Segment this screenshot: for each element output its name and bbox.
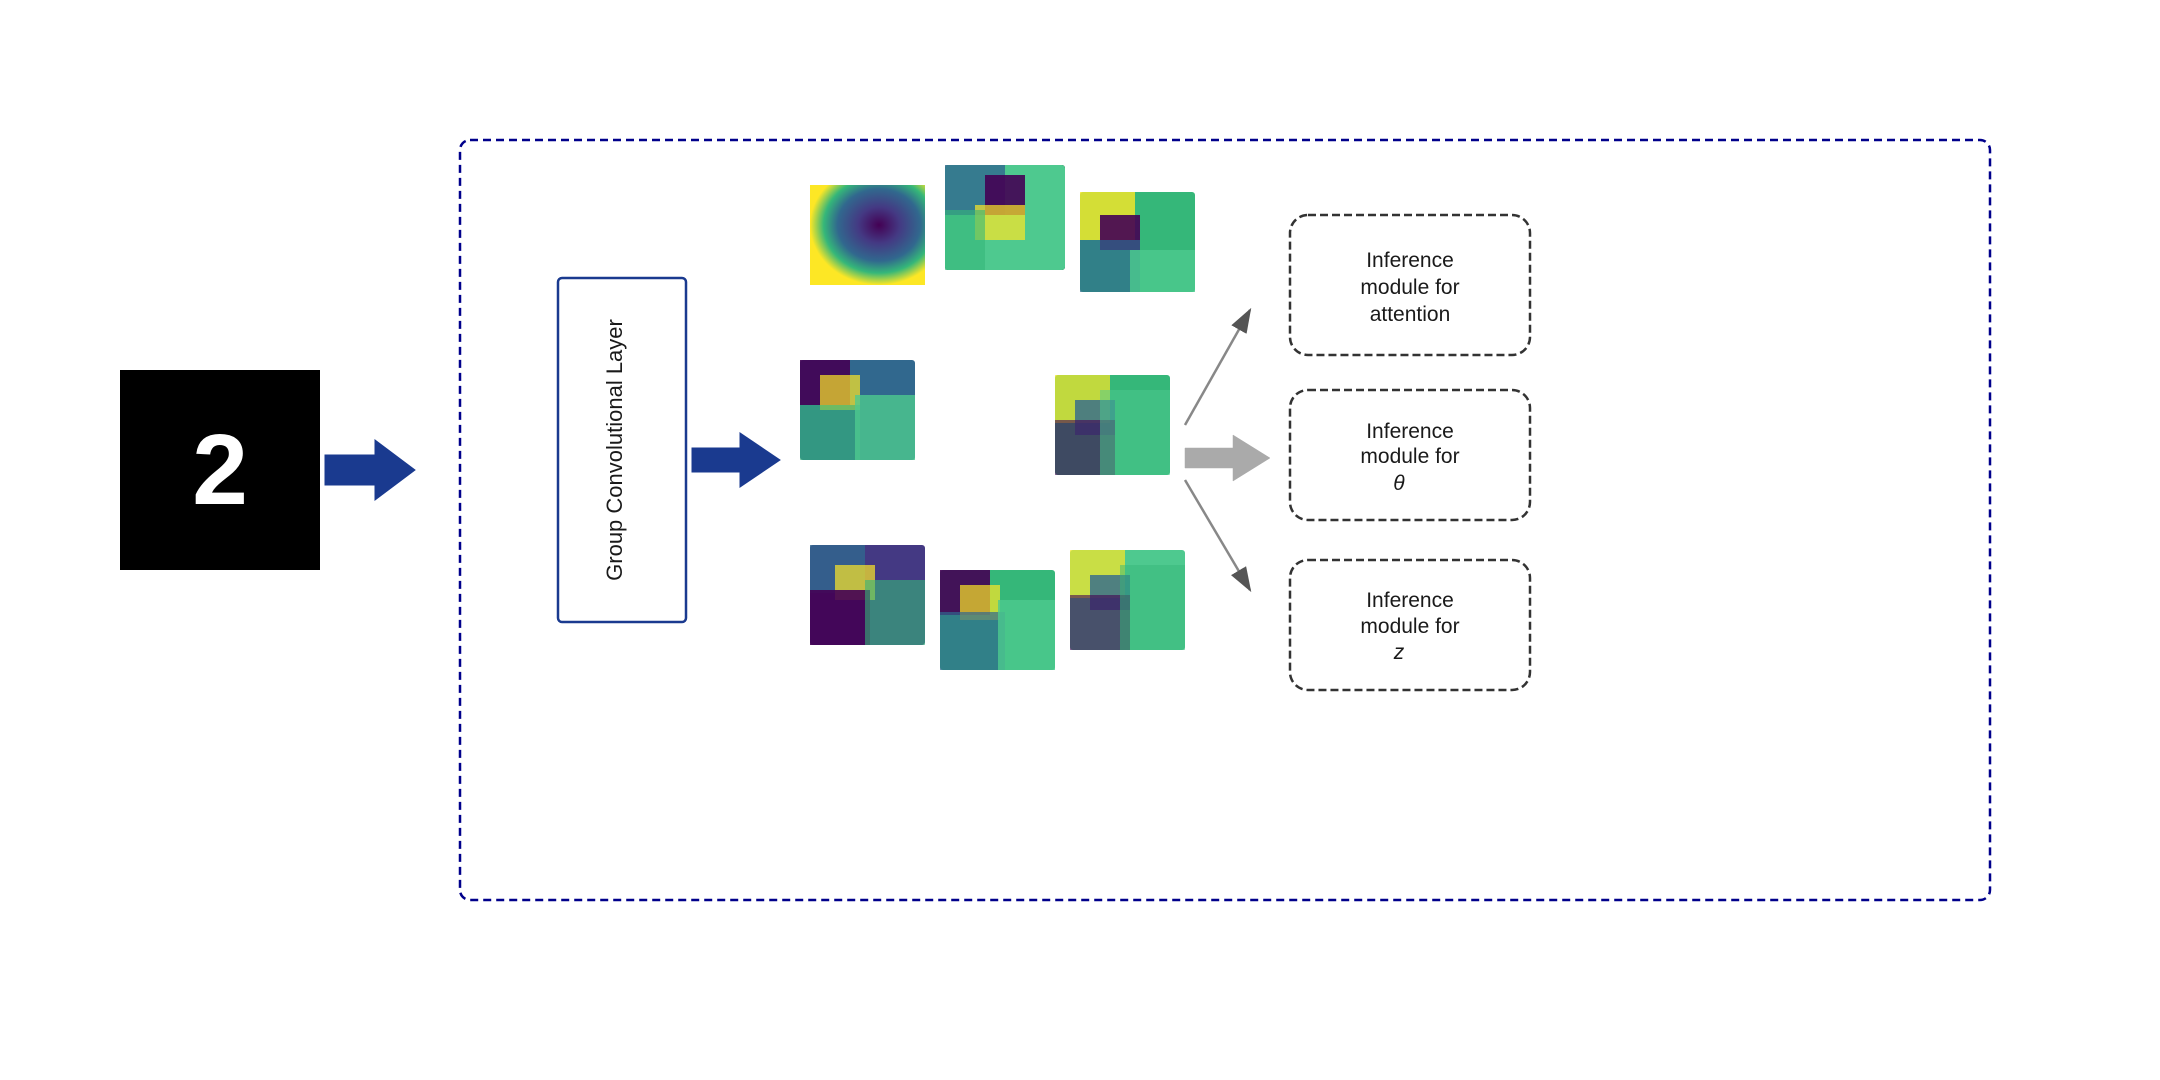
inference-label-z-line1: Inference xyxy=(1366,589,1454,612)
inference-label-z-line2: module for xyxy=(1360,615,1459,638)
inference-label-attention-line1: Inference xyxy=(1366,249,1454,272)
inference-label-theta-line2: module for xyxy=(1360,445,1459,468)
inference-label-z-symbol: z xyxy=(1393,641,1405,664)
inference-box-theta xyxy=(1290,390,1530,520)
feature-map-8 xyxy=(1070,550,1185,650)
split-arrow-mid xyxy=(1185,435,1270,481)
gcl-label: Group Convolutional Layer xyxy=(602,319,627,581)
diagram-overlay: Group Convolutional Layer xyxy=(0,0,2160,1080)
split-arrow-top xyxy=(1185,310,1250,425)
input-digit: 2 xyxy=(192,413,248,528)
input-arrow xyxy=(325,440,415,500)
feature-map-2 xyxy=(945,165,1065,270)
gcl-output-arrow xyxy=(692,433,780,487)
feature-map-5 xyxy=(1055,375,1170,475)
feature-map-6 xyxy=(810,545,925,645)
inference-box-attention xyxy=(1290,215,1530,355)
inference-label-theta-symbol: θ xyxy=(1393,472,1405,495)
input-image: 2 xyxy=(120,370,320,570)
main-diagram: 2 Group Convolutional Layer xyxy=(0,0,2160,1080)
feature-map-3 xyxy=(1080,192,1195,292)
feature-map-4 xyxy=(800,360,915,460)
inference-label-theta-line1: Inference xyxy=(1366,420,1454,443)
feature-map-1 xyxy=(810,185,925,285)
split-arrow-bottom xyxy=(1185,480,1250,590)
inference-label-attention-line2: module for xyxy=(1360,276,1459,299)
feature-map-7 xyxy=(940,570,1055,670)
gcl-box xyxy=(558,278,686,622)
inference-label-attention-line3: attention xyxy=(1370,303,1451,326)
outer-box xyxy=(460,140,1990,900)
inference-box-z xyxy=(1290,560,1530,690)
